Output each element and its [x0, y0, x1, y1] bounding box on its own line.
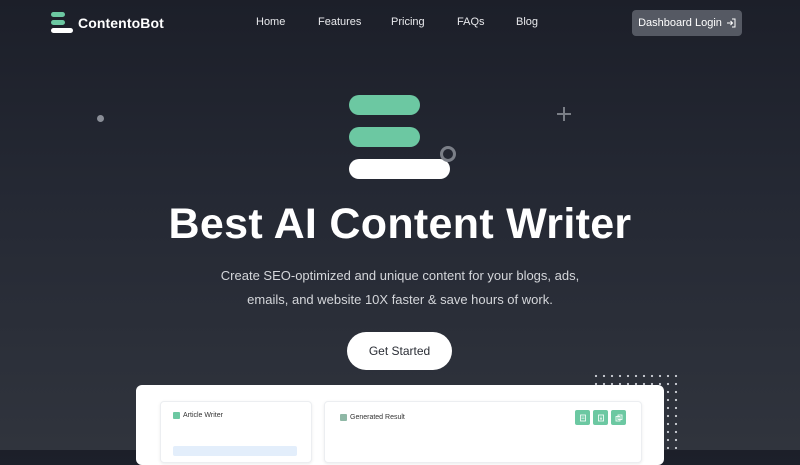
decorative-plus-icon: [557, 107, 571, 121]
decorative-ring: [440, 146, 456, 162]
hero-logo-icon: [349, 95, 459, 181]
login-arrow-icon: [726, 18, 736, 28]
input-field[interactable]: [173, 446, 297, 456]
decorative-dot: [97, 115, 104, 122]
nav-item-blog[interactable]: Blog: [516, 16, 538, 28]
dashboard-login-button[interactable]: Dashboard Login: [632, 10, 742, 36]
nav-item-home[interactable]: Home: [256, 16, 285, 28]
download-document-icon[interactable]: [593, 410, 608, 425]
generated-result-label: Generated Result: [350, 414, 405, 421]
nav-item-faqs[interactable]: FAQs: [457, 16, 485, 28]
duplicate-icon[interactable]: [611, 410, 626, 425]
login-button-label: Dashboard Login: [638, 17, 722, 29]
article-writer-panel: Article Writer: [160, 401, 312, 463]
nav-item-pricing[interactable]: Pricing: [391, 16, 425, 28]
result-toolbar: [575, 410, 626, 425]
article-writer-title: Article Writer: [173, 412, 223, 419]
nav-item-features[interactable]: Features: [318, 16, 361, 28]
document-icon: [340, 414, 347, 421]
get-started-button[interactable]: Get Started: [347, 332, 452, 370]
generated-result-title: Generated Result: [340, 414, 405, 421]
hero-title: Best AI Content Writer: [168, 200, 632, 248]
generated-result-panel: Generated Result: [324, 401, 642, 463]
edit-icon: [173, 412, 180, 419]
copy-document-icon[interactable]: [575, 410, 590, 425]
hero-subtitle: Create SEO-optimized and unique content …: [220, 268, 580, 307]
article-writer-label: Article Writer: [183, 412, 223, 419]
